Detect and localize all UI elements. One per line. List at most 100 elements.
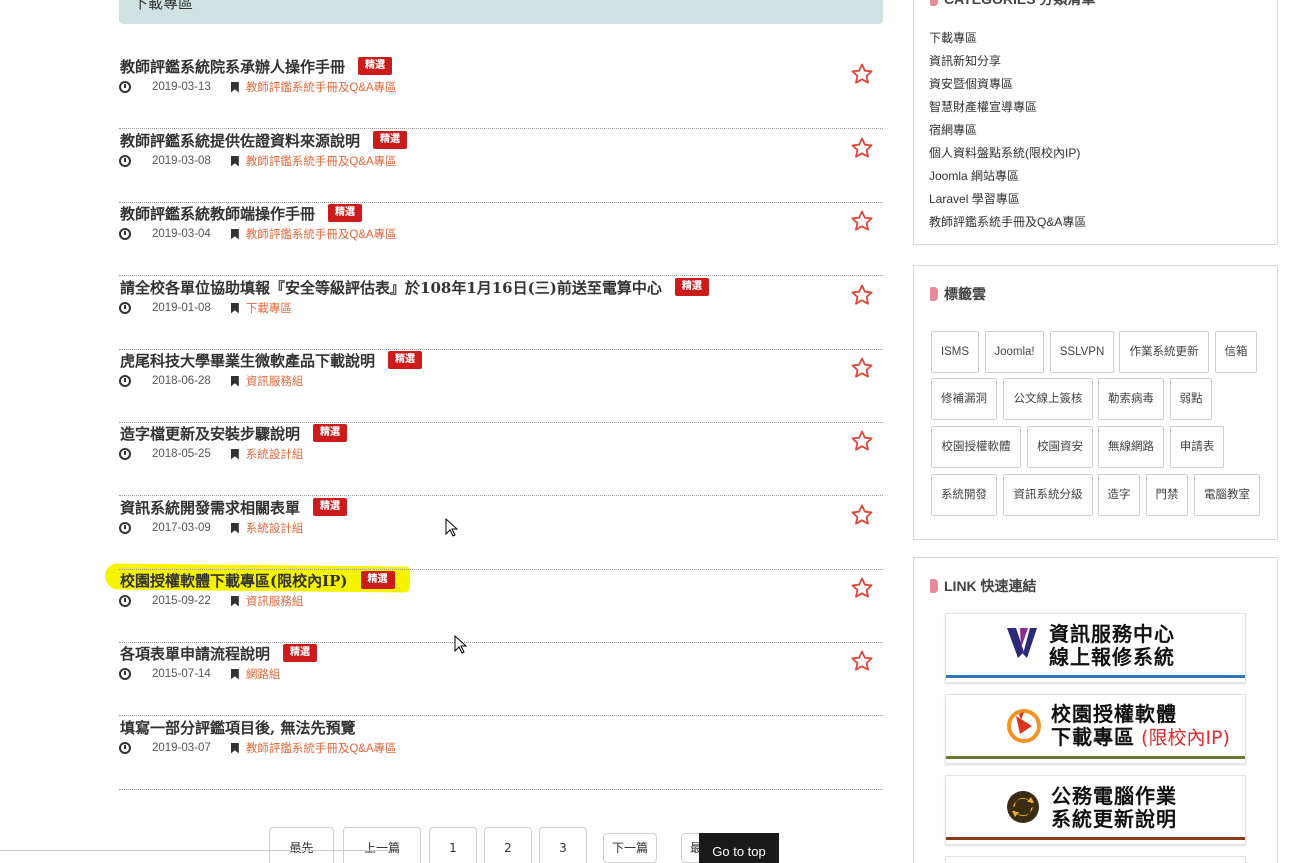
article-title[interactable]: 造字檔更新及安裝步驟說明 bbox=[120, 423, 300, 444]
tag-link[interactable]: 資訊系統分級 bbox=[1003, 474, 1093, 516]
bookmark-icon bbox=[230, 302, 239, 314]
article-item[interactable]: 造字檔更新及安裝步驟說明 精選 2018-05-25 系統設計組 bbox=[119, 422, 883, 496]
article-item[interactable]: 教師評鑑系統教師端操作手冊 精選 2019-03-04 教師評鑑系統手冊及Q&A專區 bbox=[119, 202, 883, 276]
article-title[interactable]: 請全校各單位協助填報『安全等級評估表』於108年1月16日(三)前送至電算中心 bbox=[120, 277, 662, 298]
category-link[interactable]: Laravel 學習專區 bbox=[929, 190, 1086, 213]
tag-link[interactable]: ISMS bbox=[931, 331, 979, 373]
tag-link[interactable]: 校園授權軟體 bbox=[931, 426, 1021, 468]
article-category-link[interactable]: 教師評鑑系統手冊及Q&A專區 bbox=[246, 79, 397, 95]
pager-next-button[interactable]: 下一篇 bbox=[603, 833, 657, 863]
article-date: 2018-06-28 bbox=[152, 375, 211, 387]
article-category-link[interactable]: 資訊服務組 bbox=[246, 373, 304, 389]
tag-link[interactable]: 造字 bbox=[1098, 474, 1140, 516]
tag-link[interactable]: 門禁 bbox=[1146, 474, 1188, 516]
article-title[interactable]: 填寫一部分評鑑項目後, 無法先預覽 bbox=[120, 717, 355, 738]
article-title[interactable]: 教師評鑑系統教師端操作手冊 bbox=[120, 203, 315, 224]
v-logo-icon bbox=[1007, 628, 1037, 658]
pager-page-3[interactable]: 3 bbox=[539, 827, 587, 863]
article-item[interactable]: 填寫一部分評鑑項目後, 無法先預覽 2019-03-07 教師評鑑系統手冊及Q&A… bbox=[119, 716, 883, 790]
star-icon[interactable] bbox=[850, 136, 874, 160]
banner-line2-extra: (限校內IP) bbox=[1135, 727, 1230, 749]
article-title[interactable]: 資訊系統開發需求相關表單 bbox=[120, 497, 300, 518]
article-title[interactable]: 各項表單申請流程說明 bbox=[120, 643, 270, 664]
clock-icon bbox=[119, 448, 131, 460]
repair-system-banner[interactable]: 資訊服務中心 線上報修系統 bbox=[945, 613, 1246, 683]
tag-link[interactable]: 電腦教室 bbox=[1194, 474, 1260, 516]
star-icon[interactable] bbox=[850, 62, 874, 86]
article-item[interactable]: 虎尾科技大學畢業生微軟產品下載說明 精選 2018-06-28 資訊服務組 bbox=[119, 349, 883, 423]
tag-link[interactable]: Joomla! bbox=[985, 331, 1044, 373]
pager-first-button[interactable]: 最先 bbox=[269, 827, 334, 863]
software-download-banner[interactable]: 校園授權軟體 下載專區 (限校內IP) bbox=[945, 694, 1246, 764]
tag-link[interactable]: 公文線上簽核 bbox=[1003, 378, 1093, 420]
bookmark-icon bbox=[230, 668, 239, 680]
category-link[interactable]: 宿網專區 bbox=[929, 121, 1086, 144]
category-link[interactable]: 智慧財產權宣導專區 bbox=[929, 98, 1086, 121]
clock-icon bbox=[119, 595, 131, 607]
quick-links-title: LINK 快速連結 bbox=[930, 576, 1037, 596]
article-item[interactable]: 各項表單申請流程說明 精選 2015-07-14 網路組 bbox=[119, 642, 883, 716]
pager-page-1[interactable]: 1 bbox=[429, 827, 477, 863]
article-date: 2015-07-14 bbox=[152, 668, 211, 680]
star-icon[interactable] bbox=[850, 209, 874, 233]
tag-link[interactable]: 勒索病毒 bbox=[1098, 378, 1164, 420]
star-icon[interactable] bbox=[850, 283, 874, 307]
tag-link[interactable]: 系統開發 bbox=[931, 474, 997, 516]
star-icon[interactable] bbox=[850, 503, 874, 527]
article-category-link[interactable]: 資訊服務組 bbox=[246, 593, 304, 609]
featured-badge: 精選 bbox=[313, 424, 348, 442]
link-banner-partial[interactable] bbox=[945, 856, 1246, 863]
article-title[interactable]: 教師評鑑系統院系承辦人操作手冊 bbox=[120, 56, 345, 77]
clock-icon bbox=[119, 155, 131, 167]
article-title[interactable]: 教師評鑑系統提供佐證資料來源說明 bbox=[120, 130, 360, 151]
tag-link[interactable]: 弱點 bbox=[1170, 378, 1212, 420]
article-date: 2019-03-08 bbox=[152, 155, 211, 167]
go-to-top-button[interactable]: Go to top bbox=[699, 833, 779, 863]
article-title[interactable]: 校園授權軟體下載專區(限校內IP) bbox=[120, 570, 348, 591]
article-item[interactable]: 請全校各單位協助填報『安全等級評估表』於108年1月16日(三)前送至電算中心精… bbox=[119, 276, 883, 350]
tag-link[interactable]: 無線網路 bbox=[1098, 426, 1164, 468]
star-icon[interactable] bbox=[850, 649, 874, 673]
category-link[interactable]: 個人資料盤點系統(限校內IP) bbox=[929, 144, 1086, 167]
featured-badge: 精選 bbox=[373, 131, 408, 149]
tag-link[interactable]: 信箱 bbox=[1215, 331, 1257, 373]
category-link[interactable]: 教師評鑑系統手冊及Q&A專區 bbox=[929, 213, 1086, 236]
tag-link[interactable]: 修補漏洞 bbox=[931, 378, 997, 420]
tag-link[interactable]: SSLVPN bbox=[1050, 331, 1114, 373]
tag-link[interactable]: 作業系統更新 bbox=[1119, 331, 1209, 373]
featured-badge: 精選 bbox=[674, 278, 709, 296]
clock-icon bbox=[119, 302, 131, 314]
banner-line2: 線上報修系統 bbox=[1049, 645, 1175, 669]
article-category-link[interactable]: 系統設計組 bbox=[246, 520, 304, 536]
category-link[interactable]: Joomla 網站專區 bbox=[929, 167, 1086, 190]
article-item[interactable]: 資訊系統開發需求相關表單 精選 2017-03-09 系統設計組 bbox=[119, 496, 883, 570]
pin-icon bbox=[930, 287, 938, 301]
article-item[interactable]: 教師評鑑系統院系承辦人操作手冊 精選 2019-03-13 教師評鑑系統手冊及Q&A… bbox=[119, 55, 883, 129]
article-category-link[interactable]: 網路組 bbox=[246, 666, 281, 682]
article-category-link[interactable]: 下載專區 bbox=[246, 300, 292, 316]
article-item[interactable]: 校園授權軟體下載專區(限校內IP) 精選 2015-09-22 資訊服務組 bbox=[119, 569, 883, 643]
pager-prev-button[interactable]: 上一篇 bbox=[343, 827, 421, 863]
tag-link[interactable]: 申請表 bbox=[1170, 426, 1224, 468]
banner-line1: 資訊服務中心 bbox=[1049, 622, 1175, 646]
article-category-link[interactable]: 教師評鑑系統手冊及Q&A專區 bbox=[246, 740, 397, 756]
mouse-cursor-icon bbox=[445, 518, 459, 537]
category-link[interactable]: 資訊新知分享 bbox=[929, 52, 1086, 75]
article-category-link[interactable]: 教師評鑑系統手冊及Q&A專區 bbox=[246, 226, 397, 242]
section-title: 下載專區 bbox=[133, 0, 194, 12]
divider bbox=[0, 850, 390, 851]
category-link[interactable]: 下載專區 bbox=[929, 29, 1086, 52]
article-category-link[interactable]: 教師評鑑系統手冊及Q&A專區 bbox=[246, 153, 397, 169]
star-icon[interactable] bbox=[850, 576, 874, 600]
mouse-cursor-icon bbox=[454, 635, 468, 654]
tag-link[interactable]: 校園資安 bbox=[1027, 426, 1093, 468]
article-item[interactable]: 教師評鑑系統提供佐證資料來源說明 精選 2019-03-08 教師評鑑系統手冊及Q&… bbox=[119, 129, 883, 203]
article-date: 2019-03-07 bbox=[152, 742, 211, 754]
update-info-banner[interactable]: 公務電腦作業 系統更新說明 bbox=[945, 775, 1246, 845]
article-category-link[interactable]: 系統設計組 bbox=[246, 446, 304, 462]
article-title[interactable]: 虎尾科技大學畢業生微軟產品下載說明 bbox=[120, 350, 375, 371]
category-link[interactable]: 資安暨個資專區 bbox=[929, 75, 1086, 98]
star-icon[interactable] bbox=[850, 356, 874, 380]
pager-page-2[interactable]: 2 bbox=[484, 827, 532, 863]
star-icon[interactable] bbox=[850, 429, 874, 453]
